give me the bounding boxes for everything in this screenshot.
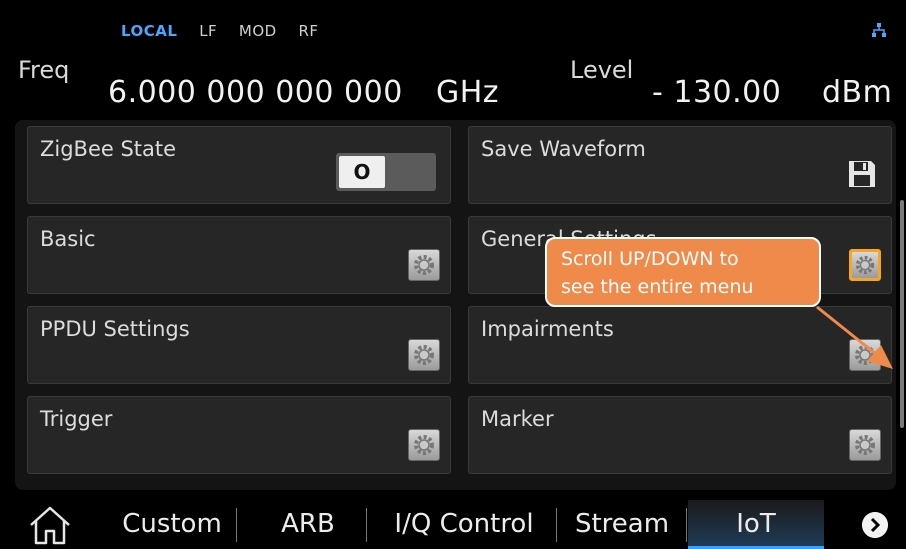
marker-title: Marker [481, 407, 554, 431]
mode-mod: MOD [238, 22, 277, 40]
scroll-hint-callout: Scroll UP/DOWN to see the entire menu [545, 237, 821, 307]
basic-tile[interactable]: Basic [27, 216, 451, 294]
impairments-title: Impairments [481, 317, 614, 341]
mode-indicators: LOCAL LF MOD RF [121, 22, 335, 40]
tab-iot[interactable]: IoT [688, 500, 824, 549]
toggle-knob: O [339, 156, 385, 188]
marker-tile[interactable]: Marker [468, 396, 892, 474]
tab-separator [556, 508, 557, 542]
zigbee-state-tile[interactable]: ZigBee State O [27, 126, 451, 204]
tab-iq-control[interactable]: I/Q Control [372, 500, 556, 549]
gear-icon [408, 339, 440, 371]
home-icon[interactable] [28, 505, 72, 545]
tab-custom[interactable]: Custom [108, 500, 236, 549]
zigbee-state-toggle[interactable]: O [336, 153, 436, 191]
callout-arrow-icon [816, 305, 893, 369]
tab-separator [686, 508, 687, 542]
ppdu-settings-title: PPDU Settings [40, 317, 190, 341]
network-icon [872, 23, 886, 37]
callout-line-2: see the entire menu [561, 276, 754, 298]
tab-separator [366, 508, 367, 542]
trigger-tile[interactable]: Trigger [27, 396, 451, 474]
trigger-title: Trigger [40, 407, 113, 431]
tab-separator [236, 508, 237, 542]
mode-lf: LF [199, 22, 218, 40]
zigbee-state-title: ZigBee State [40, 137, 177, 161]
chevron-right-icon[interactable] [862, 512, 888, 538]
mode-local: LOCAL [121, 22, 178, 40]
callout-line-1: Scroll UP/DOWN to [561, 248, 739, 270]
floppy-disk-icon [849, 161, 875, 187]
menu-scrollbar[interactable] [900, 200, 904, 428]
level-unit: dBm [822, 75, 893, 110]
mode-rf: RF [298, 22, 319, 40]
bottom-tab-bar: Custom ARB I/Q Control Stream IoT [0, 500, 906, 549]
freq-label: Freq [18, 56, 70, 84]
freq-value[interactable]: 6.000 000 000 000 [108, 75, 403, 110]
tab-arb[interactable]: ARB [260, 500, 356, 549]
gear-icon [849, 429, 881, 461]
ppdu-settings-tile[interactable]: PPDU Settings [27, 306, 451, 384]
instrument-screen: LOCAL LF MOD RF Freq 6.000 000 000 000 G… [0, 0, 906, 549]
save-waveform-tile[interactable]: Save Waveform [468, 126, 892, 204]
freq-unit: GHz [436, 75, 500, 110]
save-waveform-title: Save Waveform [481, 137, 646, 161]
gear-icon [408, 429, 440, 461]
basic-title: Basic [40, 227, 96, 251]
tab-stream[interactable]: Stream [558, 500, 686, 549]
level-label: Level [570, 56, 634, 84]
gear-icon [849, 249, 881, 281]
gear-icon [408, 249, 440, 281]
level-value[interactable]: - 130.00 [652, 75, 781, 110]
